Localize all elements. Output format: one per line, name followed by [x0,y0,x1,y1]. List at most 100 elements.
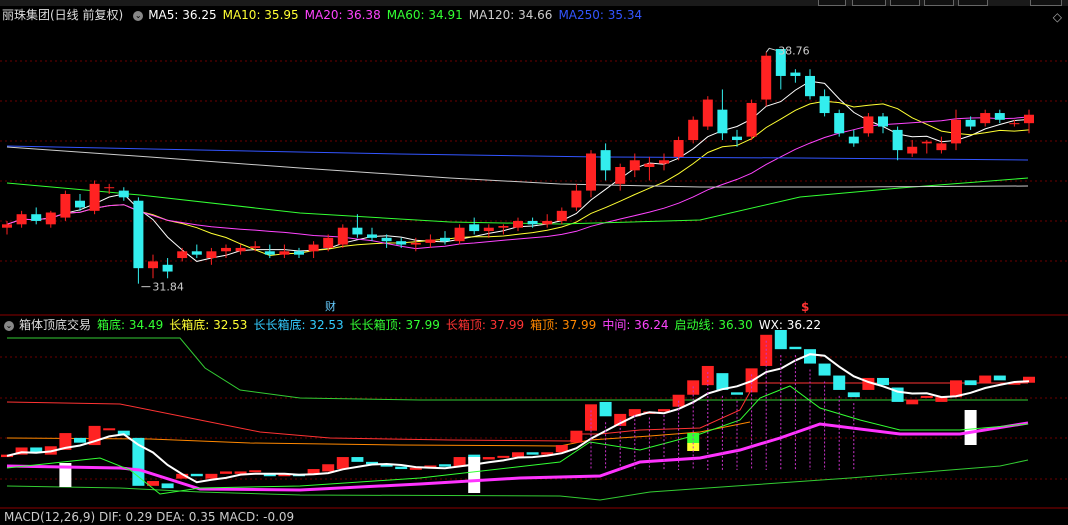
candle-body [659,160,669,164]
indicator-candle [512,452,524,458]
indicator-field: 长箱底: 32.53 [169,318,248,332]
long-long-box-top-line [7,337,1028,401]
candle-body [848,136,859,144]
signal-bar [964,410,977,445]
settings-circle-icon[interactable]: ⌄ [4,320,14,331]
candle-body [819,96,830,114]
diamond-icon[interactable]: ◇ [1053,10,1062,24]
candle-body [308,244,319,252]
candle-body [980,113,991,124]
candle-body [279,251,290,255]
candle-body [892,129,903,151]
candle-body [717,109,728,134]
candle-body [644,163,655,167]
high-marker-line [765,47,777,53]
candle-body [235,247,246,252]
event-marker-dividend: $ [801,300,809,314]
candle-body [746,102,757,137]
indicator-field: 箱底: 34.49 [97,318,164,332]
candle-body [162,264,173,272]
indicator-candle [833,375,846,390]
candle-body [527,220,538,225]
ma-legend-item: MA120: 34.66 [468,8,553,22]
event-marker-finance: 财 [325,299,336,313]
low-label: 31.84 [152,281,184,294]
indicator-candle [964,380,977,386]
indicator-candle [847,392,860,398]
candle-body [994,113,1005,120]
candle-body [513,220,523,228]
candle-body [133,200,144,269]
candle-body [761,55,772,100]
ma10-line [6,100,1030,257]
indicator-candle [979,375,992,383]
candle-body [965,119,976,127]
candle-body [454,227,465,242]
indicator-field: 长长箱顶: 37.99 [349,318,440,332]
candle-body [89,183,100,211]
indicator-candle [439,464,451,467]
indicator-candle [526,452,539,455]
indicator-candle [497,455,510,458]
macd-legend: MACD(12,26,9) DIF: 0.29 DEA: 0.35 MACD: … [0,509,300,525]
candle-body [805,75,815,97]
candle-body [1009,123,1020,125]
candle-body [542,220,553,225]
candle-body [907,146,918,154]
candle-body [410,242,421,245]
candle-body [191,251,202,255]
indicator-candle [74,437,86,443]
candle-body [16,214,27,225]
candle-body [834,113,845,134]
price-legend: 丽珠集团(日线 前复权) ⌄ MA5: 36.25 MA10: 35.95 MA20: … [0,7,654,23]
candle-body [483,227,494,232]
candle-body [571,190,582,208]
candle-body [688,119,699,141]
indicator-field: WX: 36.22 [758,318,822,332]
ma-legend-item: MA60: 34.91 [386,8,463,22]
indicator-candle [789,346,802,350]
settings-circle-icon[interactable]: ⌄ [133,10,144,21]
candle-body [294,251,304,255]
candle-body [673,140,684,157]
ma-legend-item: MA5: 36.25 [148,8,217,22]
high-label: 38.76 [778,44,810,57]
indicator-field: 箱顶: 37.99 [530,318,597,332]
indicator-candle [161,483,174,489]
indicator-candle [395,466,408,470]
indicator-candle [190,473,203,477]
indicator-candle [731,392,743,395]
indicator-field: 中间: 36.24 [602,318,669,332]
ma-legend-item: MA20: 36.38 [304,8,381,22]
candle-body [75,200,85,208]
indicator-candle [818,363,831,376]
indicator-field: 启动线: 36.30 [674,318,753,332]
candle-body [556,210,567,221]
indicator-candle [322,464,335,472]
indicator-candle [205,473,218,479]
candle-body [2,224,12,228]
candle-body [367,234,377,238]
indicator-legend: ⌄ 箱体顶底交易 箱底: 34.49 长箱底: 32.53 长长箱底: 32.53 长长箱… [0,317,833,333]
macd-text: MACD(12,26,9) DIF: 0.29 DEA: 0.35 MACD: … [4,510,295,524]
candle-body [264,251,275,255]
indicator-candle [249,470,262,473]
candle-body [337,227,348,245]
indicator-candle [570,430,583,443]
indicator-candle [599,401,612,417]
candle-body [221,247,231,252]
candle-body [600,150,611,171]
ma-legend-item: MA250: 35.34 [558,8,643,22]
indicator-field: 长箱顶: 37.99 [445,318,525,332]
signal-bar [468,457,481,493]
candle-body [45,212,56,225]
candle-body [469,224,480,232]
candle-body [60,193,71,218]
chart-canvas[interactable]: 38.76 31.84 财 $ [0,0,1068,517]
stock-title: 丽珠集团(日线 前复权) [2,8,124,22]
indicator-name: 箱体顶底交易 [19,318,92,332]
wx-line [6,353,1030,484]
candle-body [615,167,626,184]
candle-body [921,141,932,144]
candle-body [250,246,261,248]
